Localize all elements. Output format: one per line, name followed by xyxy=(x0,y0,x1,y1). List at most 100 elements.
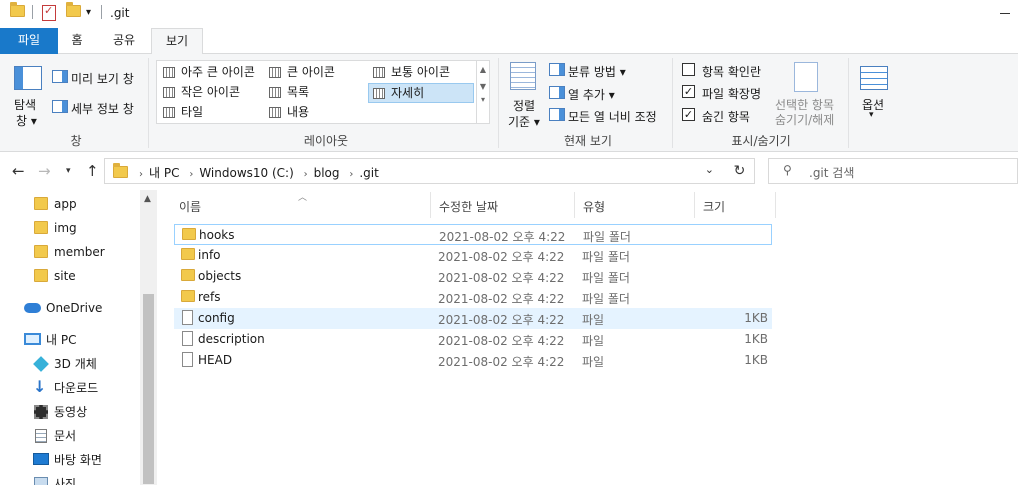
chevron-right-icon[interactable]: › xyxy=(189,169,193,180)
scroll-up-icon[interactable]: ▲ xyxy=(144,194,151,204)
size-all-columns-button[interactable]: 모든 열 너비 조정 xyxy=(568,108,657,125)
add-columns-button[interactable]: 열 추가 ▾ xyxy=(568,86,615,103)
column-header: ︿ 이름 수정한 날짜 유형 크기 xyxy=(174,190,776,220)
file-row[interactable]: HEAD 2021-08-02 오후 4:22 파일 1KB xyxy=(174,350,772,371)
up-arrow-icon[interactable]: ↑ xyxy=(86,162,99,180)
file-row[interactable]: objects 2021-08-02 오후 4:22 파일 폴더 xyxy=(174,266,772,287)
file-size: 1KB xyxy=(744,353,768,367)
folder-icon xyxy=(10,2,25,17)
address-dropdown-icon[interactable]: ⌄ xyxy=(705,163,714,176)
file-row[interactable]: info 2021-08-02 오후 4:22 파일 폴더 xyxy=(174,245,772,266)
file-row[interactable]: refs 2021-08-02 오후 4:22 파일 폴더 xyxy=(174,287,772,308)
breadcrumb-item[interactable]: Windows10 (C:) xyxy=(199,166,293,180)
navigation-bar: ← → ▾ ↑ › 내 PC › Windows10 (C:) › blog › .gi… xyxy=(0,152,1018,190)
options-icon[interactable] xyxy=(860,66,888,90)
minimize-icon[interactable] xyxy=(1000,13,1010,14)
breadcrumb-item[interactable]: .git xyxy=(359,166,378,180)
chevron-right-icon[interactable]: › xyxy=(349,169,353,180)
column-name[interactable]: 이름 xyxy=(179,198,201,215)
details-pane-icon[interactable] xyxy=(52,100,68,113)
search-box[interactable]: ⚲ .git 검색 xyxy=(768,158,1018,184)
new-folder-icon[interactable] xyxy=(66,2,81,17)
address-bar[interactable]: › 내 PC › Windows10 (C:) › blog › .git ⌄ xyxy=(104,158,755,184)
recent-locations-icon[interactable]: ▾ xyxy=(66,166,71,176)
column-divider[interactable] xyxy=(430,192,431,218)
file-row[interactable]: description 2021-08-02 오후 4:22 파일 1KB xyxy=(174,329,772,350)
column-divider[interactable] xyxy=(694,192,695,218)
layout-small-icons[interactable]: 작은 아이콘 xyxy=(159,83,240,103)
file-modified: 2021-08-02 오후 4:22 xyxy=(438,355,565,369)
sort-by-icon[interactable] xyxy=(510,62,536,90)
navigation-pane-label-2[interactable]: 창 ▾ xyxy=(16,112,37,129)
folder-icon xyxy=(34,221,48,234)
item-checkboxes-label[interactable]: 항목 확인란 xyxy=(702,63,761,80)
tab-share[interactable]: 공유 xyxy=(104,28,144,54)
layout-details[interactable]: 자세히 xyxy=(368,83,474,103)
breadcrumb-item[interactable]: blog xyxy=(314,166,340,180)
layout-large-icons[interactable]: 큰 아이콘 xyxy=(265,63,335,83)
search-input[interactable]: .git 검색 xyxy=(809,164,854,181)
sort-by-label-2[interactable]: 기준 ▾ xyxy=(508,113,540,130)
file-name: info xyxy=(198,248,221,262)
file-modified: 2021-08-02 오후 4:22 xyxy=(438,334,565,348)
chevron-right-icon[interactable]: › xyxy=(304,169,308,180)
layout-list[interactable]: 목록 xyxy=(265,83,309,103)
group-by-button[interactable]: 분류 방법 ▾ xyxy=(568,63,626,80)
properties-icon[interactable] xyxy=(42,4,56,21)
tab-home[interactable]: 홈 xyxy=(62,28,92,54)
preview-pane-button[interactable]: 미리 보기 창 xyxy=(71,70,134,87)
layout-tiles[interactable]: 타일 xyxy=(159,103,203,123)
column-modified[interactable]: 수정한 날짜 xyxy=(439,198,498,215)
layout-extra-large-icons[interactable]: 아주 큰 아이콘 xyxy=(159,63,255,83)
gallery-expand-icon[interactable]: ▾ xyxy=(477,95,489,104)
layout-scroll[interactable]: ▲ ▼ ▾ xyxy=(476,61,489,123)
column-divider[interactable] xyxy=(574,192,575,218)
group-divider xyxy=(672,58,673,148)
navigation-pane-scrollbar[interactable]: ▲ xyxy=(140,190,157,485)
hidden-items-label[interactable]: 숨긴 항목 xyxy=(702,108,750,125)
tab-view[interactable]: 보기 xyxy=(151,28,203,55)
refresh-icon[interactable]: ↻ xyxy=(725,158,755,184)
file-name: refs xyxy=(198,290,221,304)
add-columns-icon[interactable] xyxy=(549,86,565,99)
tab-file[interactable]: 파일 xyxy=(0,28,58,54)
layout-medium-icons[interactable]: 보통 아이콘 xyxy=(369,63,450,83)
quick-access-dropdown-icon[interactable]: ▾ xyxy=(86,7,91,18)
scroll-up-icon[interactable]: ▲ xyxy=(477,65,489,74)
navigation-pane-icon[interactable] xyxy=(14,66,42,90)
file-name: HEAD xyxy=(198,353,233,367)
preview-pane-icon[interactable] xyxy=(52,70,68,83)
file-name: objects xyxy=(198,269,242,283)
navigation-pane-label[interactable]: 탐색 xyxy=(14,96,36,113)
details-pane-button[interactable]: 세부 정보 창 xyxy=(71,100,134,117)
file-row[interactable]: config 2021-08-02 오후 4:22 파일 1KB xyxy=(174,308,772,329)
file-type: 파일 xyxy=(582,355,605,369)
back-arrow-icon[interactable]: ← xyxy=(12,162,25,180)
file-modified: 2021-08-02 오후 4:22 xyxy=(438,250,565,264)
folder-icon xyxy=(181,269,195,281)
group-label-current-view: 현재 보기 xyxy=(564,134,612,148)
options-dropdown-icon[interactable]: ▾ xyxy=(869,110,874,120)
column-divider[interactable] xyxy=(775,192,776,218)
layout-content[interactable]: 내용 xyxy=(265,103,309,123)
size-columns-icon[interactable] xyxy=(549,108,565,121)
scrollbar-thumb[interactable] xyxy=(143,294,154,484)
forward-arrow-icon[interactable]: → xyxy=(38,162,51,180)
group-label-layout: 레이아웃 xyxy=(303,134,349,148)
group-by-icon[interactable] xyxy=(549,63,565,76)
breadcrumb-item[interactable]: 내 PC xyxy=(149,166,179,180)
column-size[interactable]: 크기 xyxy=(703,198,725,215)
sort-by-label[interactable]: 정렬 xyxy=(513,97,535,114)
item-checkboxes-checkbox[interactable] xyxy=(682,63,695,76)
tiles-icon xyxy=(163,107,175,118)
file-extensions-label[interactable]: 파일 확장명 xyxy=(702,85,761,102)
column-type[interactable]: 유형 xyxy=(583,198,605,215)
file-extensions-checkbox[interactable]: ✓ xyxy=(682,85,695,98)
video-icon xyxy=(34,405,48,419)
hidden-items-checkbox[interactable]: ✓ xyxy=(682,108,695,121)
file-name: hooks xyxy=(199,228,235,242)
scroll-down-icon[interactable]: ▼ xyxy=(477,82,489,91)
file-row[interactable]: hooks 2021-08-02 오후 4:22 파일 폴더 xyxy=(174,224,772,245)
file-modified: 2021-08-02 오후 4:22 xyxy=(438,313,565,327)
chevron-right-icon[interactable]: › xyxy=(139,169,143,180)
